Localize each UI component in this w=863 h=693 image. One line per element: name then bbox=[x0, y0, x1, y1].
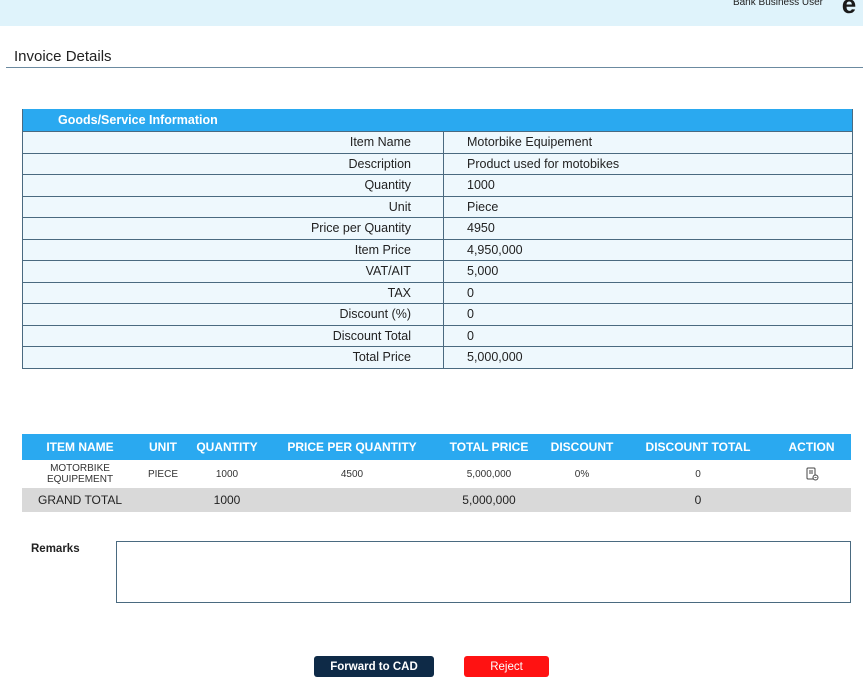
cell-discount-total: 0 bbox=[695, 468, 701, 480]
goods-value: 5,000,000 bbox=[467, 350, 523, 364]
goods-row-vat-ait: VAT/AIT 5,000 bbox=[23, 260, 852, 282]
goods-value: 0 bbox=[467, 285, 474, 300]
user-avatar[interactable]: e bbox=[835, 0, 863, 18]
goods-value: 0 bbox=[467, 328, 474, 343]
user-role-label: Bank Business User bbox=[732, 0, 823, 8]
goods-label: Item Name bbox=[23, 132, 444, 153]
cell-item-name: MOTORBIKE EQUIPEMENT bbox=[46, 463, 114, 485]
goods-value: 1000 bbox=[467, 178, 495, 192]
goods-row-price-per-quantity: Price per Quantity 4950 bbox=[23, 217, 852, 239]
goods-info-table: Goods/Service Information Item Name Moto… bbox=[22, 109, 853, 369]
edit-document-icon[interactable] bbox=[805, 467, 819, 481]
cell-action bbox=[772, 467, 851, 481]
remarks-field[interactable] bbox=[116, 541, 851, 603]
reject-button[interactable]: Reject bbox=[464, 656, 549, 677]
goods-label: Total Price bbox=[23, 347, 444, 368]
goods-value: 4950 bbox=[467, 221, 495, 235]
goods-row-discount-total: Discount Total 0 bbox=[23, 324, 852, 346]
goods-row-description: Description Product used for motobikes bbox=[23, 152, 852, 174]
grand-total-label: GRAND TOTAL bbox=[37, 493, 123, 507]
title-divider bbox=[6, 67, 863, 68]
items-table-header: ITEM NAME UNIT QUANTITY PRICE PER QUANTI… bbox=[22, 434, 851, 460]
cell-total-price: 5,000,000 bbox=[466, 468, 512, 480]
top-bar: Bank Business User e bbox=[0, 0, 863, 26]
column-header-price-per-quantity: PRICE PER QUANTITY bbox=[287, 440, 417, 454]
grand-total-quantity: 1000 bbox=[213, 493, 241, 507]
goods-label: Description bbox=[23, 153, 444, 174]
grand-total-action bbox=[772, 488, 851, 512]
goods-value: Piece bbox=[467, 199, 499, 214]
cell-unit: PIECE bbox=[147, 468, 178, 480]
forward-to-cad-button[interactable]: Forward to CAD bbox=[314, 656, 434, 677]
goods-row-discount-percent: Discount (%) 0 bbox=[23, 303, 852, 325]
column-header-item-name: ITEM NAME bbox=[46, 440, 114, 454]
remarks-label: Remarks bbox=[31, 543, 80, 555]
goods-info-header: Goods/Service Information bbox=[23, 109, 852, 131]
goods-row-quantity: Quantity 1000 bbox=[23, 174, 852, 196]
column-header-discount: DISCOUNT bbox=[550, 440, 614, 454]
goods-label: VAT/AIT bbox=[23, 261, 444, 282]
column-header-total-price: TOTAL PRICE bbox=[449, 440, 529, 454]
grand-total-row: GRAND TOTAL 1000 5,000,000 0 bbox=[22, 488, 851, 512]
goods-label: TAX bbox=[23, 282, 444, 303]
goods-row-item-name: Item Name Motorbike Equipement bbox=[23, 131, 852, 153]
grand-total-discount-total: 0 bbox=[694, 493, 702, 507]
goods-label: Price per Quantity bbox=[23, 218, 444, 239]
cell-quantity: 1000 bbox=[215, 468, 239, 480]
page-title: Invoice Details bbox=[14, 48, 112, 65]
goods-label: Discount (%) bbox=[23, 304, 444, 325]
goods-row-unit: Unit Piece bbox=[23, 195, 852, 217]
table-row: MOTORBIKE EQUIPEMENT PIECE 1000 4500 5,0… bbox=[22, 460, 851, 488]
goods-value: Motorbike Equipement bbox=[467, 135, 593, 149]
grand-total-discount bbox=[540, 488, 624, 512]
goods-row-total-price: Total Price 5,000,000 bbox=[23, 346, 852, 368]
goods-row-tax: TAX 0 bbox=[23, 281, 852, 303]
cell-price-per-quantity: 4500 bbox=[340, 468, 364, 480]
goods-label: Quantity bbox=[23, 175, 444, 196]
grand-total-price-per-quantity bbox=[266, 488, 438, 512]
grand-total-unit bbox=[138, 488, 188, 512]
goods-label: Item Price bbox=[23, 239, 444, 260]
grand-total-price: 5,000,000 bbox=[462, 493, 516, 507]
goods-value: 5,000 bbox=[467, 264, 499, 278]
column-header-quantity: QUANTITY bbox=[196, 440, 258, 454]
cell-discount: 0% bbox=[574, 468, 590, 480]
goods-value: Product used for motobikes bbox=[467, 156, 620, 171]
column-header-unit: UNIT bbox=[149, 440, 177, 454]
goods-value: 0 bbox=[467, 307, 474, 321]
goods-label: Unit bbox=[23, 196, 444, 217]
goods-row-item-price: Item Price 4,950,000 bbox=[23, 238, 852, 260]
items-table: ITEM NAME UNIT QUANTITY PRICE PER QUANTI… bbox=[22, 434, 851, 512]
column-header-action: ACTION bbox=[788, 440, 835, 454]
column-header-discount-total: DISCOUNT TOTAL bbox=[645, 440, 751, 454]
goods-label: Discount Total bbox=[23, 325, 444, 346]
goods-value: 4,950,000 bbox=[467, 242, 523, 257]
